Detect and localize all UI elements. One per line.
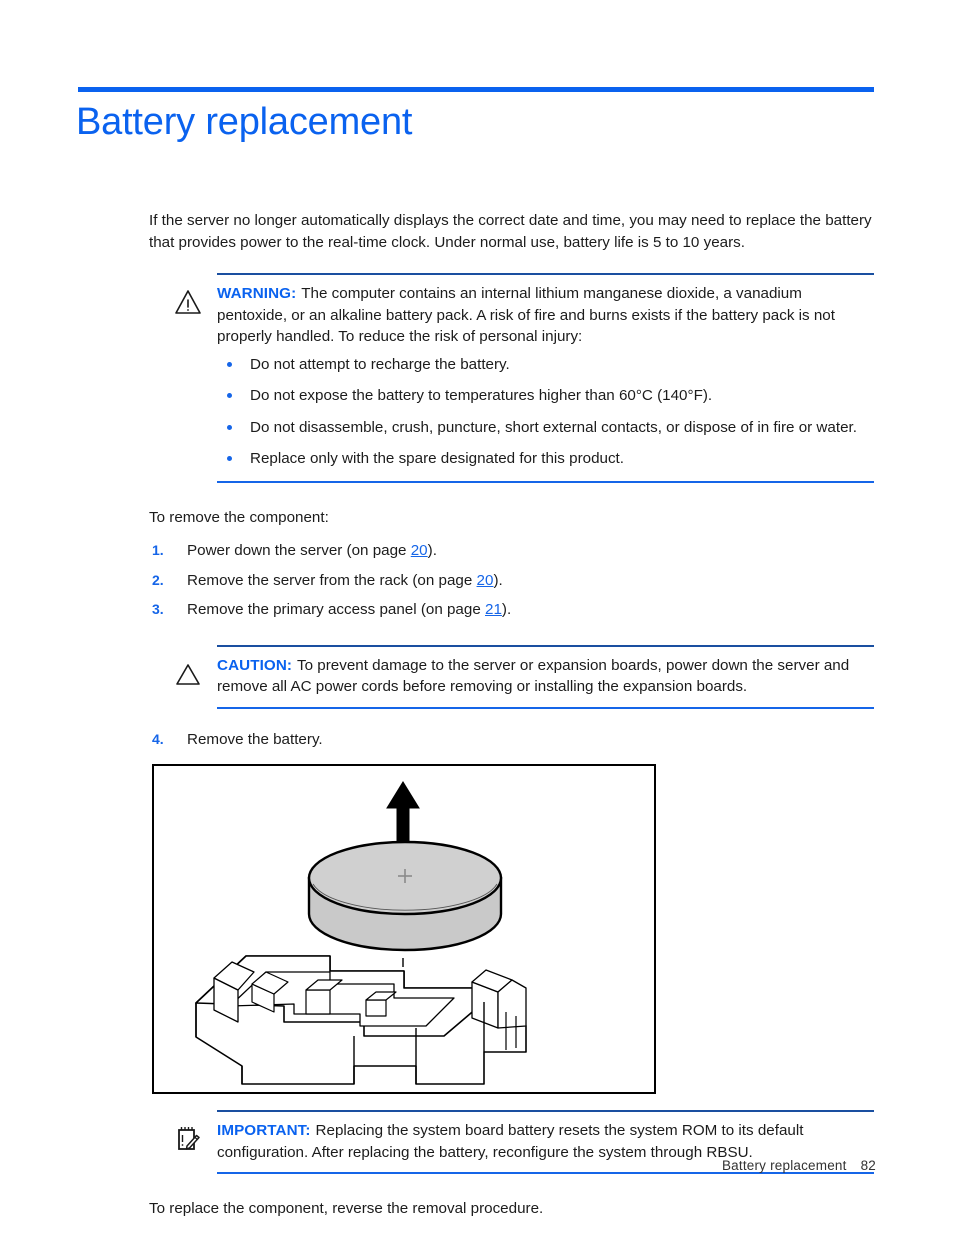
removal-steps-list-continued: 4. Remove the battery. bbox=[149, 729, 874, 751]
warning-label: WARNING: bbox=[217, 285, 297, 302]
warning-text: The computer contains an internal lithiu… bbox=[217, 285, 835, 345]
intro-paragraph: If the server no longer automatically di… bbox=[149, 212, 872, 251]
step-text: Power down the server (on page bbox=[187, 542, 411, 559]
list-item: Replace only with the spare designated f… bbox=[217, 448, 874, 470]
list-item: 3. Remove the primary access panel (on pa… bbox=[149, 599, 874, 621]
warning-notice: WARNING: The computer contains an interna… bbox=[149, 273, 874, 483]
caution-notice: CAUTION: To prevent damage to the server … bbox=[149, 644, 874, 709]
removal-steps-list: 1. Power down the server (on page 20). 2.… bbox=[149, 540, 874, 621]
figure-frame bbox=[152, 764, 656, 1094]
footer-section-title: Battery replacement bbox=[721, 1158, 847, 1173]
page-title: Battery replacement bbox=[76, 101, 413, 143]
list-item: Do not disassemble, crush, puncture, sho… bbox=[217, 417, 874, 439]
list-item: Do not expose the battery to temperature… bbox=[217, 385, 874, 407]
step-text: Remove the server from the rack (on page bbox=[187, 571, 477, 589]
caution-label: CAUTION: bbox=[217, 656, 293, 674]
step-number: 4. bbox=[152, 730, 164, 747]
warning-bullet-list: Do not attempt to recharge the battery. … bbox=[217, 354, 874, 470]
up-arrow-icon bbox=[386, 781, 420, 852]
list-item: Do not attempt to recharge the battery. bbox=[217, 354, 874, 376]
footer-page-number: 82 bbox=[860, 1158, 876, 1173]
page-content: If the server no longer automatically di… bbox=[149, 210, 874, 1220]
step-number: 2. bbox=[152, 571, 164, 588]
page-reference-link[interactable]: 20 bbox=[477, 572, 494, 589]
list-item: 1. Power down the server (on page 20). bbox=[149, 540, 874, 562]
important-label: IMPORTANT: bbox=[217, 1122, 311, 1139]
step-text: Remove the primary access panel (on page bbox=[187, 601, 485, 618]
page-reference-link[interactable]: 21 bbox=[485, 601, 502, 618]
step-text-end: ). bbox=[493, 571, 503, 589]
document-page: Battery replacement If the server no lon… bbox=[0, 0, 954, 1235]
important-notepad-icon bbox=[173, 1124, 203, 1154]
step-text-end: ). bbox=[427, 542, 437, 559]
warning-body: WARNING: The computer contains an interna… bbox=[217, 283, 874, 348]
page-reference-link[interactable]: 20 bbox=[411, 542, 428, 559]
list-item: 2. Remove the server from the rack (on pa… bbox=[149, 570, 874, 592]
caution-body: CAUTION: To prevent damage to the server … bbox=[217, 655, 874, 698]
step-text: Remove the battery. bbox=[187, 730, 323, 748]
battery-socket bbox=[195, 955, 527, 1085]
remove-intro-paragraph: To remove the component: bbox=[149, 508, 329, 526]
header-rule bbox=[78, 87, 874, 92]
caution-text: To prevent damage to the server or expan… bbox=[217, 656, 850, 696]
caution-triangle-icon bbox=[173, 659, 203, 689]
important-body: IMPORTANT: Replacing the system board bat… bbox=[217, 1120, 874, 1163]
closing-paragraph: To replace the component, reverse the re… bbox=[149, 1200, 544, 1217]
step-text-end: ). bbox=[501, 601, 512, 618]
coin-cell-battery bbox=[307, 840, 503, 952]
battery-removal-figure bbox=[152, 764, 874, 1094]
step-number: 3. bbox=[152, 601, 164, 617]
warning-triangle-icon bbox=[173, 287, 203, 317]
page-footer: Battery replacement 82 bbox=[722, 1158, 876, 1173]
step-number: 1. bbox=[152, 542, 164, 558]
list-item: 4. Remove the battery. bbox=[149, 729, 874, 751]
